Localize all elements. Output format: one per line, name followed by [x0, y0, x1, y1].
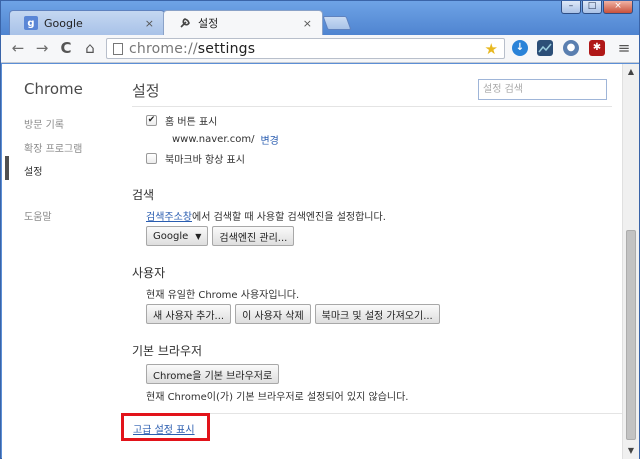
settings-main: 설정 ✔ 홈 버튼 표시 www.naver.com/ 변경 북마크바 항상 표…	[122, 64, 622, 459]
lastpass-extension-icon[interactable]: ✱	[589, 40, 605, 56]
sidebar: Chrome 방문 기록 확장 프로그램 설정 도움말	[2, 64, 112, 459]
settings-page: Chrome 방문 기록 확장 프로그램 설정 도움말 설정 ✔ 홈 버튼 표시…	[2, 64, 622, 459]
search-section-title: 검색	[132, 188, 155, 202]
new-tab-button[interactable]	[322, 16, 352, 30]
sidebar-item-settings[interactable]: 설정	[24, 163, 42, 178]
highlight-box: 고급 설정 표시	[121, 413, 210, 441]
home-url: www.naver.com/	[172, 134, 255, 145]
bookmarks-bar-option[interactable]: 북마크바 항상 표시	[146, 151, 245, 166]
close-tab-icon[interactable]: ×	[145, 17, 154, 30]
default-browser-buttons: Chrome을 기본 브라우저로	[146, 364, 283, 384]
bookmarks-bar-label: 북마크바 항상 표시	[165, 155, 245, 166]
users-description: 현재 유일한 Chrome 사용자입니다.	[146, 290, 300, 301]
wrench-icon	[178, 16, 192, 30]
minimize-button[interactable]: –	[561, 1, 581, 14]
page-title: 설정	[132, 82, 160, 100]
title-bar: – □ × g Google × 설정 ×	[1, 1, 639, 35]
omnibox-link[interactable]: 검색주소창	[146, 208, 192, 223]
users-section-title: 사용자	[132, 266, 166, 280]
scrolled-text	[150, 90, 153, 100]
download-extension-icon[interactable]: ↓	[512, 40, 528, 56]
chart-extension-icon[interactable]	[537, 40, 553, 56]
tab-label: 설정	[198, 17, 219, 30]
change-home-link[interactable]: 변경	[260, 132, 278, 147]
reload-button[interactable]: C	[57, 39, 75, 57]
search-engine-select[interactable]: Google ▼	[146, 226, 209, 246]
home-button-option[interactable]: ✔ 홈 버튼 표시	[146, 113, 217, 128]
google-favicon-icon: g	[24, 16, 38, 30]
chrome-menu-icon[interactable]: ≡	[615, 39, 633, 57]
close-tab-icon[interactable]: ×	[303, 17, 312, 30]
header-divider	[132, 106, 612, 107]
scrollbar-thumb[interactable]	[626, 230, 636, 440]
search-description: 검색주소창 에서 검색할 때 사용할 검색엔진을 설정합니다.	[146, 208, 386, 223]
delete-user-button[interactable]: 이 사용자 삭제	[235, 304, 311, 324]
make-default-browser-button[interactable]: Chrome을 기본 브라우저로	[146, 364, 280, 384]
sidebar-item-extensions[interactable]: 확장 프로그램	[24, 140, 82, 155]
show-advanced-settings-link[interactable]: 고급 설정 표시	[133, 421, 195, 436]
close-window-button[interactable]: ×	[603, 1, 633, 14]
bookmarks-bar-checkbox[interactable]	[146, 153, 157, 164]
home-button-checkbox[interactable]: ✔	[146, 115, 157, 126]
add-user-button[interactable]: 새 사용자 추가...	[146, 304, 232, 324]
sidebar-item-history[interactable]: 방문 기록	[24, 116, 64, 131]
default-browser-title: 기본 브라우저	[132, 344, 203, 358]
window-controls: – □ ×	[561, 1, 633, 14]
default-browser-description: 현재 Chrome이(가) 기본 브라우저로 설정되어 있지 않습니다.	[146, 392, 409, 403]
tab-google[interactable]: g Google ×	[9, 10, 165, 35]
globe-extension-icon[interactable]: ●	[563, 40, 579, 56]
selected-marker	[5, 156, 9, 180]
maximize-button[interactable]: □	[582, 1, 602, 14]
scroll-down-arrow-icon[interactable]: ▼	[623, 443, 639, 459]
sidebar-title: Chrome	[24, 80, 83, 98]
address-bar[interactable]: chrome://settings ★	[106, 38, 505, 59]
scrollbar[interactable]: ▲ ▼	[622, 64, 639, 459]
url-text: chrome://settings	[129, 40, 256, 57]
tab-settings[interactable]: 설정 ×	[163, 10, 323, 35]
manage-search-engines-button[interactable]: 검색엔진 관리...	[212, 226, 295, 246]
dropdown-arrow-icon: ▼	[195, 231, 202, 241]
users-buttons: 새 사용자 추가... 이 사용자 삭제 북마크 및 설정 가져오기...	[146, 304, 444, 324]
browser-window: – □ × g Google × 설정 × ← → C ⌂ chrome://s…	[0, 0, 640, 459]
scroll-up-arrow-icon[interactable]: ▲	[623, 64, 639, 80]
forward-button[interactable]: →	[33, 39, 51, 57]
home-url-row: www.naver.com/ 변경	[172, 132, 279, 147]
back-button[interactable]: ←	[9, 39, 27, 57]
bookmark-star-icon[interactable]: ★	[485, 40, 498, 58]
import-bookmarks-button[interactable]: 북마크 및 설정 가져오기...	[314, 304, 440, 324]
search-buttons: Google ▼ 검색엔진 관리...	[146, 226, 298, 246]
tab-label: Google	[44, 16, 83, 30]
toolbar: ← → C ⌂ chrome://settings ★ ↓ ● ✱ ≡	[1, 35, 639, 63]
home-button[interactable]: ⌂	[81, 39, 99, 57]
settings-search-box[interactable]	[478, 79, 607, 100]
page-icon	[113, 42, 123, 55]
settings-search-input[interactable]	[479, 80, 606, 99]
home-button-label: 홈 버튼 표시	[165, 117, 218, 128]
search-description-text: 에서 검색할 때 사용할 검색엔진을 설정합니다.	[192, 212, 386, 223]
sidebar-item-help[interactable]: 도움말	[24, 208, 52, 223]
